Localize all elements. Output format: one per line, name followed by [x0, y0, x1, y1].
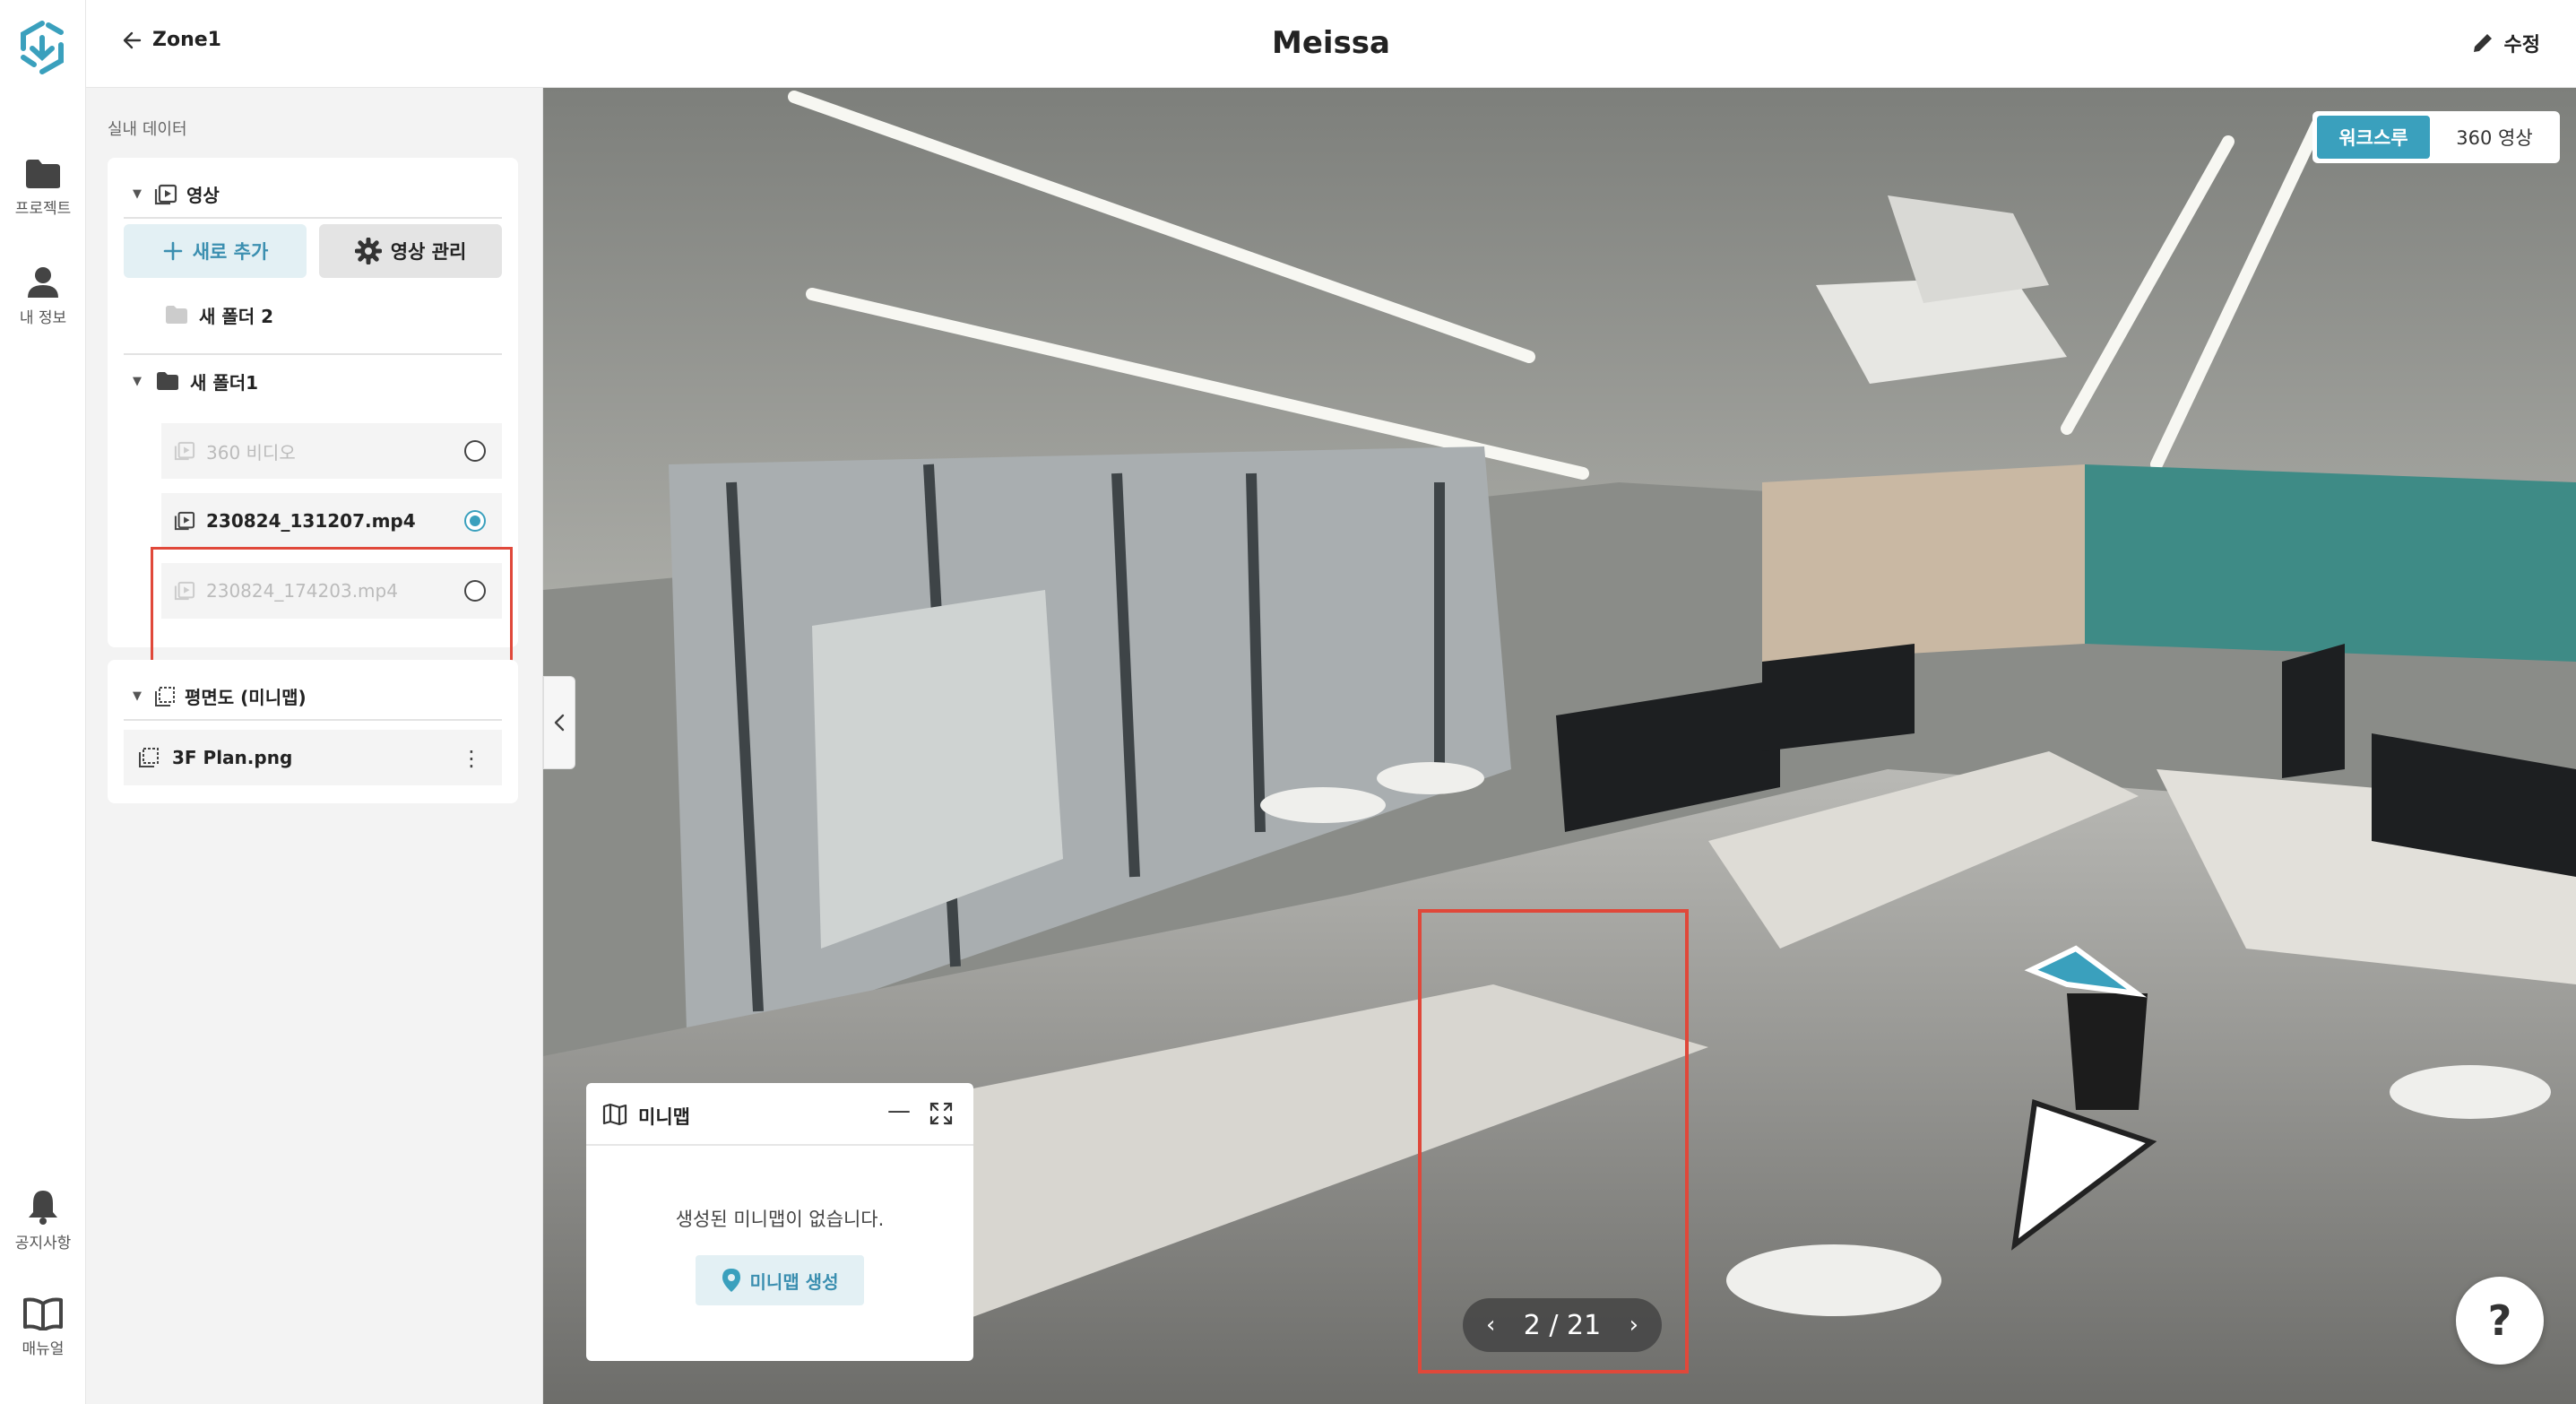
- caret-down-icon: ▼: [133, 689, 142, 703]
- pencil-icon: [2473, 34, 2492, 52]
- edit-button[interactable]: 수정: [2470, 29, 2540, 57]
- map-pin-icon: [722, 1269, 740, 1292]
- video-file-name: 230824_174203.mp4: [206, 580, 398, 602]
- radio-button[interactable]: [464, 580, 486, 602]
- top-bar: Zone1 Meissa 수정: [86, 0, 2576, 88]
- caret-down-icon: ▼: [133, 374, 142, 388]
- collapse-panel-button[interactable]: [543, 676, 575, 769]
- minimap-panel: 미니맵 — 생성된 미니맵이 없습니다. 미니맵 생성: [586, 1083, 973, 1361]
- manage-video-button[interactable]: 영상 관리: [319, 224, 502, 278]
- nav-projects-label: 프로젝트: [14, 200, 72, 218]
- minimize-icon[interactable]: —: [887, 1097, 911, 1124]
- floorplan-icon: [139, 748, 159, 767]
- floorplan-icon: [155, 686, 175, 706]
- folder-icon: [26, 160, 60, 188]
- map-icon: [602, 1103, 627, 1126]
- mode-360-video[interactable]: 360 영상: [2435, 116, 2554, 159]
- video-file-row[interactable]: 230824_131207.mp4: [161, 493, 502, 549]
- floorplan-file-row[interactable]: 3F Plan.png ⋮: [124, 730, 502, 785]
- radio-button-selected[interactable]: [464, 510, 486, 532]
- floorplan-file-name: 3F Plan.png: [172, 747, 293, 768]
- manage-video-label: 영상 관리: [390, 241, 467, 263]
- bell-icon: [29, 1191, 57, 1225]
- nav-manual[interactable]: 매뉴얼: [0, 1296, 86, 1358]
- video-icon: [154, 184, 177, 204]
- chevron-left-icon: [554, 714, 565, 732]
- caret-down-icon: ▼: [133, 187, 142, 201]
- video-section-title: 영상: [186, 185, 220, 206]
- radio-button[interactable]: [464, 440, 486, 462]
- video-file-row[interactable]: 360 비디오: [161, 423, 502, 479]
- folder-icon: [166, 306, 187, 324]
- floorplan-section-title: 평면도 (미니맵): [185, 687, 307, 708]
- chevron-right-icon[interactable]: ›: [1629, 1312, 1638, 1339]
- folder-icon: [157, 372, 178, 390]
- book-icon: [23, 1297, 63, 1330]
- video-icon: [174, 441, 195, 461]
- folder-name: 새 폴더1: [190, 371, 259, 394]
- data-panel: 실내 데이터 ▼ 영상 새로 추가 영상 관리 새 폴더 2 ▼ 새 폴더1 3…: [86, 88, 543, 1404]
- folder-name: 새 폴더 2: [199, 305, 274, 327]
- video-section-header[interactable]: ▼ 영상: [133, 181, 220, 207]
- nav-notices[interactable]: 공지사항: [0, 1189, 86, 1252]
- nav-projects[interactable]: 프로젝트: [0, 158, 86, 218]
- chevron-left-icon[interactable]: ‹: [1486, 1312, 1495, 1339]
- frame-pager: ‹ 2 / 21 ›: [1463, 1298, 1662, 1352]
- folder-row[interactable]: 새 폴더 2: [133, 289, 502, 341]
- video-icon: [174, 511, 195, 531]
- plus-icon: [163, 241, 183, 261]
- floorplan-section-header[interactable]: ▼ 평면도 (미니맵): [133, 683, 307, 709]
- app-logo[interactable]: [13, 18, 72, 77]
- expand-icon[interactable]: [929, 1101, 954, 1126]
- video-file-name: 230824_131207.mp4: [206, 510, 416, 532]
- page-title: Meissa: [1272, 25, 1390, 61]
- mode-walkthrough[interactable]: 워크스루: [2317, 116, 2430, 159]
- folder-row[interactable]: ▼ 새 폴더1: [133, 355, 502, 407]
- nav-manual-label: 매뉴얼: [22, 1340, 65, 1358]
- nav-my-info[interactable]: 내 정보: [0, 265, 86, 327]
- video-file-name: 360 비디오: [206, 441, 296, 464]
- view-mode-toggle: 워크스루 360 영상: [2312, 111, 2560, 163]
- video-section: ▼ 영상 새로 추가 영상 관리 새 폴더 2 ▼ 새 폴더1 360 비디오 …: [108, 158, 518, 705]
- help-button[interactable]: ?: [2456, 1277, 2544, 1365]
- add-video-label: 새로 추가: [192, 241, 269, 263]
- minimap-title: 미니맵: [638, 1106, 690, 1128]
- nav-rail: 프로젝트 내 정보 공지사항 매뉴얼: [0, 0, 86, 1404]
- nav-my-info-label: 내 정보: [19, 309, 67, 327]
- create-minimap-label: 미니맵 생성: [749, 1270, 839, 1293]
- gear-icon: [354, 238, 382, 264]
- divider: [124, 217, 502, 219]
- add-video-button[interactable]: 새로 추가: [124, 224, 307, 278]
- video-icon: [174, 581, 195, 601]
- user-icon: [28, 267, 58, 298]
- minimap-header: 미니맵 —: [586, 1083, 973, 1146]
- frame-counter: 2 / 21: [1523, 1309, 1602, 1341]
- minimap-empty-text: 생성된 미니맵이 없습니다.: [675, 1209, 885, 1230]
- floorplan-section: ▼ 평면도 (미니맵) 3F Plan.png ⋮: [108, 660, 518, 803]
- divider: [124, 719, 502, 721]
- more-vertical-icon[interactable]: ⋮: [461, 746, 482, 771]
- create-minimap-button[interactable]: 미니맵 생성: [696, 1255, 864, 1305]
- panel-label: 실내 데이터: [108, 120, 187, 139]
- edit-label: 수정: [2503, 34, 2540, 56]
- nav-notices-label: 공지사항: [14, 1235, 72, 1252]
- video-file-row[interactable]: 230824_174203.mp4: [161, 563, 502, 619]
